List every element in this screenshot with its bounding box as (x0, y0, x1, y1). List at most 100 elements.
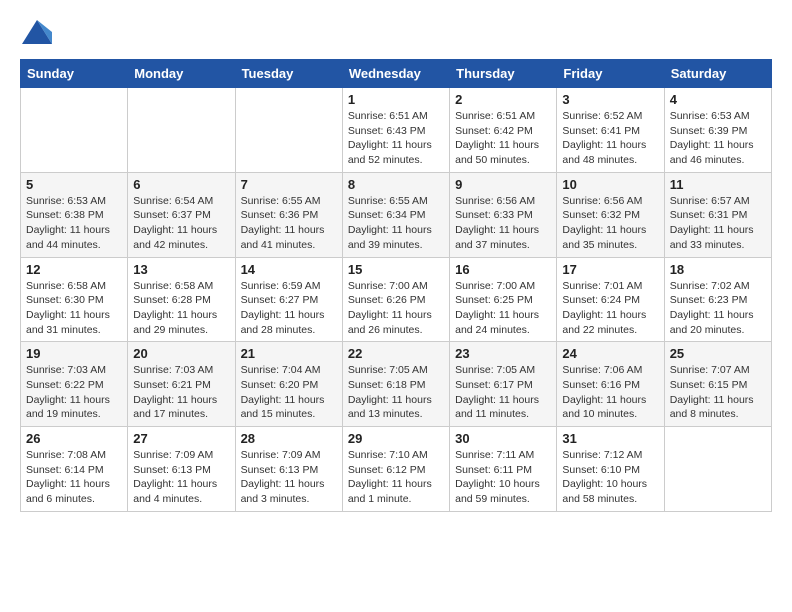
day-info: Sunrise: 7:06 AMSunset: 6:16 PMDaylight:… (562, 363, 658, 422)
day-number: 3 (562, 92, 658, 107)
calendar-cell: 9 Sunrise: 6:56 AMSunset: 6:33 PMDaylight… (450, 172, 557, 257)
calendar-cell: 11 Sunrise: 6:57 AMSunset: 6:31 PMDayligh… (664, 172, 771, 257)
calendar-cell: 17Sunrise: 7:01 AMSunset: 6:24 PMDayligh… (557, 257, 664, 342)
calendar-cell (664, 427, 771, 512)
day-number: 5 (26, 177, 122, 192)
day-info: Sunrise: 7:03 AMSunset: 6:21 PMDaylight:… (133, 363, 229, 422)
day-number: 14 (241, 262, 337, 277)
day-info: Sunrise: 6:54 AMSunset: 6:37 PMDaylight:… (133, 194, 229, 253)
day-info: Sunrise: 7:09 AMSunset: 6:13 PMDaylight:… (133, 448, 229, 507)
calendar-cell: 2Sunrise: 6:51 AMSunset: 6:42 PMDaylight… (450, 88, 557, 173)
day-number: 28 (241, 431, 337, 446)
calendar-cell: 5 Sunrise: 6:53 AMSunset: 6:38 PMDaylight… (21, 172, 128, 257)
calendar-cell: 24 Sunrise: 7:06 AMSunset: 6:16 PMDayligh… (557, 342, 664, 427)
day-info: Sunrise: 6:55 AMSunset: 6:34 PMDaylight:… (348, 194, 444, 253)
day-number: 21 (241, 346, 337, 361)
day-info: Sunrise: 6:53 AMSunset: 6:39 PMDaylight:… (670, 109, 766, 168)
day-number: 26 (26, 431, 122, 446)
page-header (20, 20, 772, 49)
day-info: Sunrise: 7:11 AMSunset: 6:11 PMDaylight:… (455, 448, 551, 507)
day-info: Sunrise: 7:00 AMSunset: 6:25 PMDaylight:… (455, 279, 551, 338)
day-header-friday: Friday (557, 60, 664, 88)
day-header-sunday: Sunday (21, 60, 128, 88)
day-number: 17 (562, 262, 658, 277)
day-number: 18 (670, 262, 766, 277)
calendar-week-row: 12 Sunrise: 6:58 AMSunset: 6:30 PMDayligh… (21, 257, 772, 342)
day-info: Sunrise: 6:59 AMSunset: 6:27 PMDaylight:… (241, 279, 337, 338)
day-number: 11 (670, 177, 766, 192)
day-header-saturday: Saturday (664, 60, 771, 88)
day-number: 1 (348, 92, 444, 107)
day-info: Sunrise: 6:52 AMSunset: 6:41 PMDaylight:… (562, 109, 658, 168)
calendar-week-row: 1Sunrise: 6:51 AMSunset: 6:43 PMDaylight… (21, 88, 772, 173)
calendar-cell: 6 Sunrise: 6:54 AMSunset: 6:37 PMDaylight… (128, 172, 235, 257)
day-number: 8 (348, 177, 444, 192)
day-number: 13 (133, 262, 229, 277)
day-info: Sunrise: 7:12 AMSunset: 6:10 PMDaylight:… (562, 448, 658, 507)
calendar-cell: 25Sunrise: 7:07 AMSunset: 6:15 PMDayligh… (664, 342, 771, 427)
calendar-cell: 7 Sunrise: 6:55 AMSunset: 6:36 PMDaylight… (235, 172, 342, 257)
calendar-cell: 13 Sunrise: 6:58 AMSunset: 6:28 PMDayligh… (128, 257, 235, 342)
calendar-cell: 22 Sunrise: 7:05 AMSunset: 6:18 PMDayligh… (342, 342, 449, 427)
calendar-cell: 28 Sunrise: 7:09 AMSunset: 6:13 PMDayligh… (235, 427, 342, 512)
day-info: Sunrise: 6:51 AMSunset: 6:42 PMDaylight:… (455, 109, 551, 168)
calendar-cell: 15 Sunrise: 7:00 AMSunset: 6:26 PMDayligh… (342, 257, 449, 342)
day-info: Sunrise: 6:58 AMSunset: 6:30 PMDaylight:… (26, 279, 122, 338)
day-info: Sunrise: 7:02 AMSunset: 6:23 PMDaylight:… (670, 279, 766, 338)
day-number: 12 (26, 262, 122, 277)
day-header-thursday: Thursday (450, 60, 557, 88)
day-number: 7 (241, 177, 337, 192)
day-info: Sunrise: 6:56 AMSunset: 6:32 PMDaylight:… (562, 194, 658, 253)
day-info: Sunrise: 6:53 AMSunset: 6:38 PMDaylight:… (26, 194, 122, 253)
day-info: Sunrise: 7:05 AMSunset: 6:18 PMDaylight:… (348, 363, 444, 422)
calendar-cell (128, 88, 235, 173)
day-headers-row: SundayMondayTuesdayWednesdayThursdayFrid… (21, 60, 772, 88)
day-number: 27 (133, 431, 229, 446)
day-info: Sunrise: 7:00 AMSunset: 6:26 PMDaylight:… (348, 279, 444, 338)
day-number: 23 (455, 346, 551, 361)
logo (20, 20, 52, 49)
day-info: Sunrise: 7:08 AMSunset: 6:14 PMDaylight:… (26, 448, 122, 507)
day-info: Sunrise: 7:07 AMSunset: 6:15 PMDaylight:… (670, 363, 766, 422)
calendar-cell: 16 Sunrise: 7:00 AMSunset: 6:25 PMDayligh… (450, 257, 557, 342)
day-number: 6 (133, 177, 229, 192)
day-number: 30 (455, 431, 551, 446)
day-number: 20 (133, 346, 229, 361)
day-number: 16 (455, 262, 551, 277)
day-info: Sunrise: 7:10 AMSunset: 6:12 PMDaylight:… (348, 448, 444, 507)
calendar-cell: 1Sunrise: 6:51 AMSunset: 6:43 PMDaylight… (342, 88, 449, 173)
calendar-cell: 10Sunrise: 6:56 AMSunset: 6:32 PMDayligh… (557, 172, 664, 257)
calendar-cell: 27 Sunrise: 7:09 AMSunset: 6:13 PMDayligh… (128, 427, 235, 512)
calendar-week-row: 19Sunrise: 7:03 AMSunset: 6:22 PMDayligh… (21, 342, 772, 427)
calendar-cell: 31 Sunrise: 7:12 AMSunset: 6:10 PMDayligh… (557, 427, 664, 512)
day-info: Sunrise: 7:05 AMSunset: 6:17 PMDaylight:… (455, 363, 551, 422)
day-info: Sunrise: 6:58 AMSunset: 6:28 PMDaylight:… (133, 279, 229, 338)
calendar-cell: 3 Sunrise: 6:52 AMSunset: 6:41 PMDaylight… (557, 88, 664, 173)
day-number: 22 (348, 346, 444, 361)
calendar-cell: 12 Sunrise: 6:58 AMSunset: 6:30 PMDayligh… (21, 257, 128, 342)
day-header-monday: Monday (128, 60, 235, 88)
calendar-cell (235, 88, 342, 173)
calendar-cell: 29 Sunrise: 7:10 AMSunset: 6:12 PMDayligh… (342, 427, 449, 512)
day-info: Sunrise: 6:55 AMSunset: 6:36 PMDaylight:… (241, 194, 337, 253)
day-info: Sunrise: 7:09 AMSunset: 6:13 PMDaylight:… (241, 448, 337, 507)
calendar-week-row: 5 Sunrise: 6:53 AMSunset: 6:38 PMDaylight… (21, 172, 772, 257)
day-info: Sunrise: 6:57 AMSunset: 6:31 PMDaylight:… (670, 194, 766, 253)
calendar-cell: 21Sunrise: 7:04 AMSunset: 6:20 PMDayligh… (235, 342, 342, 427)
day-header-wednesday: Wednesday (342, 60, 449, 88)
calendar-cell: 14 Sunrise: 6:59 AMSunset: 6:27 PMDayligh… (235, 257, 342, 342)
logo-icon (22, 20, 52, 44)
calendar-cell: 18 Sunrise: 7:02 AMSunset: 6:23 PMDayligh… (664, 257, 771, 342)
day-number: 9 (455, 177, 551, 192)
day-info: Sunrise: 6:56 AMSunset: 6:33 PMDaylight:… (455, 194, 551, 253)
calendar-cell: 20 Sunrise: 7:03 AMSunset: 6:21 PMDayligh… (128, 342, 235, 427)
day-number: 24 (562, 346, 658, 361)
day-number: 31 (562, 431, 658, 446)
calendar-cell: 19Sunrise: 7:03 AMSunset: 6:22 PMDayligh… (21, 342, 128, 427)
calendar-cell: 4 Sunrise: 6:53 AMSunset: 6:39 PMDaylight… (664, 88, 771, 173)
day-number: 29 (348, 431, 444, 446)
calendar-cell: 8 Sunrise: 6:55 AMSunset: 6:34 PMDaylight… (342, 172, 449, 257)
day-number: 4 (670, 92, 766, 107)
calendar-week-row: 26 Sunrise: 7:08 AMSunset: 6:14 PMDayligh… (21, 427, 772, 512)
day-number: 15 (348, 262, 444, 277)
